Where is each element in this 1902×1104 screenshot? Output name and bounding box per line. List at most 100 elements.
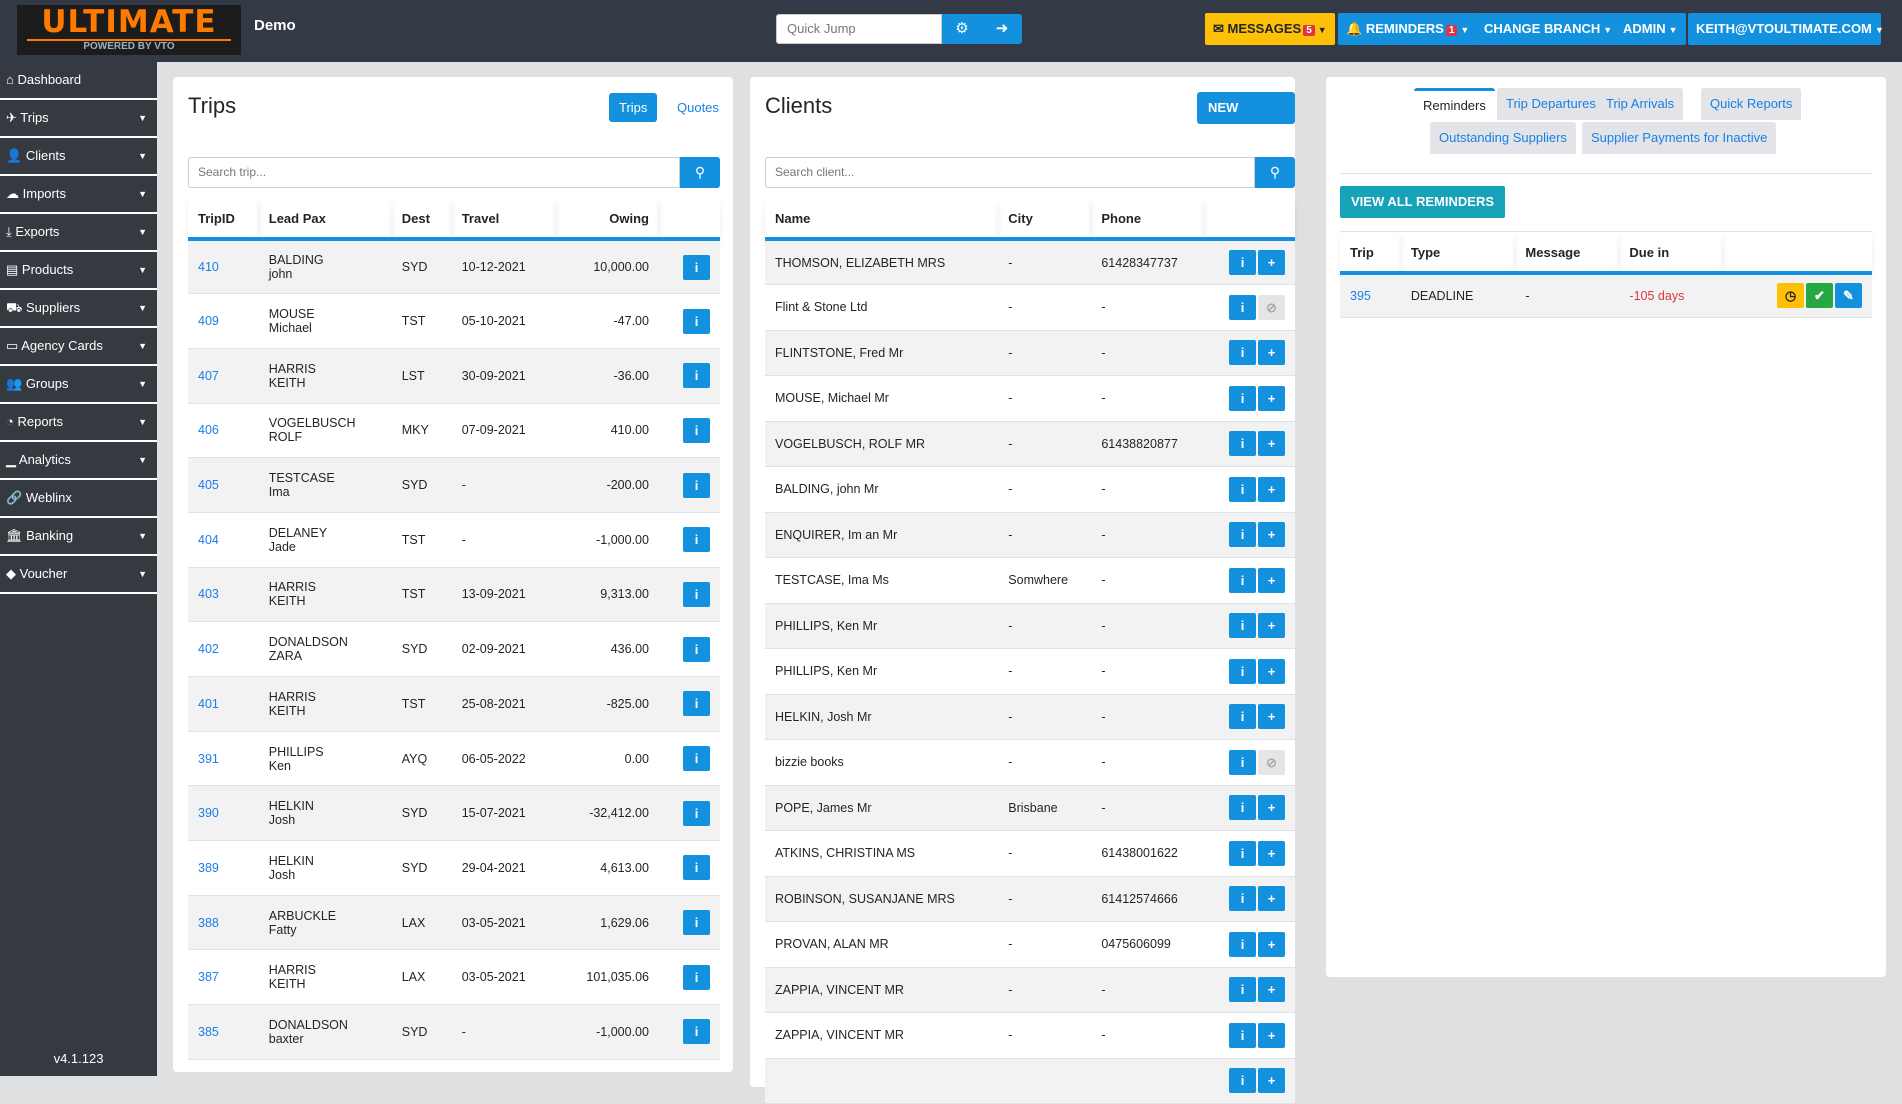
search-trip-input[interactable]: Search trip... [188,157,680,188]
tab-reminders[interactable]: Reminders [1414,88,1495,120]
client-info-button[interactable]: i [1229,749,1256,775]
add-trip-button[interactable]: + [1258,931,1285,957]
sidebar-item-reports[interactable]: ◔ Reports ▼ [0,404,157,442]
sidebar-item-clients[interactable]: 👤 Clients ▼ [0,138,157,176]
sidebar-item-weblinx[interactable]: 🔗 Weblinx [0,480,157,518]
add-trip-button[interactable]: + [1258,1022,1285,1048]
add-trip-button[interactable]: + [1258,385,1285,411]
client-info-button[interactable]: i [1229,704,1256,730]
trip-info-button[interactable]: i [683,855,710,881]
client-info-button[interactable]: i [1229,1022,1256,1048]
trip-id-link[interactable]: 390 [198,806,219,820]
trip-info-button[interactable]: i [683,1019,710,1045]
column-header-message[interactable]: Message [1515,233,1620,275]
sidebar-item-products[interactable]: ▤ Products ▼ [0,252,157,290]
add-trip-button[interactable]: + [1258,658,1285,684]
trip-info-button[interactable]: i [683,363,710,389]
trip-id-link[interactable]: 405 [198,478,219,492]
add-trip-button[interactable]: + [1258,795,1285,821]
trip-id-link[interactable]: 403 [198,587,219,601]
column-header-travel[interactable]: Travel [451,199,557,241]
client-info-button[interactable]: i [1229,476,1256,502]
trip-info-button[interactable]: i [683,417,710,443]
column-header-type[interactable]: Type [1400,233,1516,275]
add-trip-button[interactable]: + [1258,522,1285,548]
change-branch-dropdown[interactable]: CHANGE BRANCH ▼ [1476,13,1621,45]
sidebar-item-suppliers[interactable]: ⛟ Suppliers ▼ [0,290,157,328]
sidebar-item-voucher[interactable]: ◆ Voucher ▼ [0,556,157,594]
edit-button[interactable]: ✎ [1835,283,1862,309]
quick-jump-input[interactable]: Quick Jump [776,14,942,44]
trip-id-link[interactable]: 402 [198,642,219,656]
tab-trip-departures[interactable]: Trip Departures [1497,88,1605,120]
client-info-button[interactable]: i [1229,795,1256,821]
client-info-button[interactable]: i [1229,840,1256,866]
ultimate-logo[interactable]: ULTIMATE POWERED BY VTO [17,5,241,55]
trip-info-button[interactable]: i [683,254,710,280]
client-info-button[interactable]: i [1229,886,1256,912]
user-dropdown[interactable]: KEITH@VTOULTIMATE.COM ▼ [1688,13,1884,45]
tab-supplier-payments-for-inactive[interactable]: Supplier Payments for Inactive [1582,122,1777,154]
complete-button[interactable]: ✔ [1806,283,1833,309]
reminder-trip-link[interactable]: 395 [1350,289,1371,303]
client-info-button[interactable]: i [1229,658,1256,684]
trip-info-button[interactable]: i [683,581,710,607]
add-trip-button[interactable]: + [1258,840,1285,866]
client-info-button[interactable]: i [1229,294,1256,320]
column-header-owing[interactable]: Owing [556,199,659,241]
trip-id-link[interactable]: 404 [198,533,219,547]
column-header-name[interactable]: Name [765,199,999,241]
tab-quick-reports[interactable]: Quick Reports [1701,88,1802,120]
trip-info-button[interactable]: i [683,691,710,717]
add-trip-button[interactable]: + [1258,340,1285,366]
column-header-dest[interactable]: Dest [391,199,452,241]
quick-jump-go-button[interactable]: ➜ [982,14,1022,44]
column-header-trip[interactable]: Trip [1340,233,1401,275]
sidebar-item-exports[interactable]: ⤓ Exports ▼ [0,214,157,252]
client-info-button[interactable]: i [1229,567,1256,593]
trip-info-button[interactable]: i [683,527,710,553]
add-trip-button[interactable]: + [1258,886,1285,912]
trip-id-link[interactable]: 410 [198,260,219,274]
snooze-button[interactable]: ◷ [1777,283,1804,309]
trip-info-button[interactable]: i [683,636,710,662]
search-client-button[interactable]: ⚲ [1255,157,1295,188]
add-trip-button[interactable]: + [1258,613,1285,639]
sidebar-item-analytics[interactable]: ▁ Analytics ▼ [0,442,157,480]
trip-id-link[interactable]: 389 [198,861,219,875]
client-info-button[interactable]: i [1229,385,1256,411]
add-trip-button[interactable]: + [1258,1068,1285,1094]
messages-dropdown[interactable]: ✉ MESSAGES 5 ▼ [1205,13,1335,45]
search-client-input[interactable]: Search client... [765,157,1255,188]
add-trip-button[interactable]: + [1258,977,1285,1003]
trip-info-button[interactable]: i [683,472,710,498]
sidebar-item-groups[interactable]: 👥 Groups ▼ [0,366,157,404]
trip-id-link[interactable]: 409 [198,314,219,328]
tab-outstanding-suppliers[interactable]: Outstanding Suppliers [1430,122,1576,154]
client-info-button[interactable]: i [1229,250,1256,275]
add-trip-button[interactable]: + [1258,476,1285,502]
tab-trips[interactable]: Trips [609,93,658,122]
sidebar-item-banking[interactable]: 🏛 Banking ▼ [0,518,157,556]
admin-dropdown[interactable]: ADMIN ▼ [1615,13,1686,45]
client-info-button[interactable]: i [1229,977,1256,1003]
client-info-button[interactable]: i [1229,340,1256,366]
add-trip-button[interactable]: + [1258,250,1285,275]
client-info-button[interactable]: i [1229,613,1256,639]
add-trip-button[interactable]: + [1258,567,1285,593]
trip-id-link[interactable]: 387 [198,970,219,984]
client-info-button[interactable]: i [1229,431,1256,457]
tab-trip-arrivals[interactable]: Trip Arrivals [1597,88,1684,120]
add-trip-button[interactable]: + [1258,431,1285,457]
view-all-reminders-button[interactable]: VIEW ALL REMINDERS [1340,186,1506,218]
trip-id-link[interactable]: 385 [198,1025,219,1039]
client-info-button[interactable]: i [1229,1068,1256,1094]
sidebar-item-dashboard[interactable]: ⌂ Dashboard [0,62,157,100]
trip-id-link[interactable]: 407 [198,369,219,383]
trip-info-button[interactable]: i [683,800,710,826]
column-header-city[interactable]: City [998,199,1092,241]
reminders-dropdown[interactable]: 🔔 REMINDERS 1 ▼ [1338,13,1478,45]
trip-id-link[interactable]: 391 [198,752,219,766]
tab-quotes[interactable]: Quotes [667,93,729,122]
sidebar-item-imports[interactable]: ☁ Imports ▼ [0,176,157,214]
